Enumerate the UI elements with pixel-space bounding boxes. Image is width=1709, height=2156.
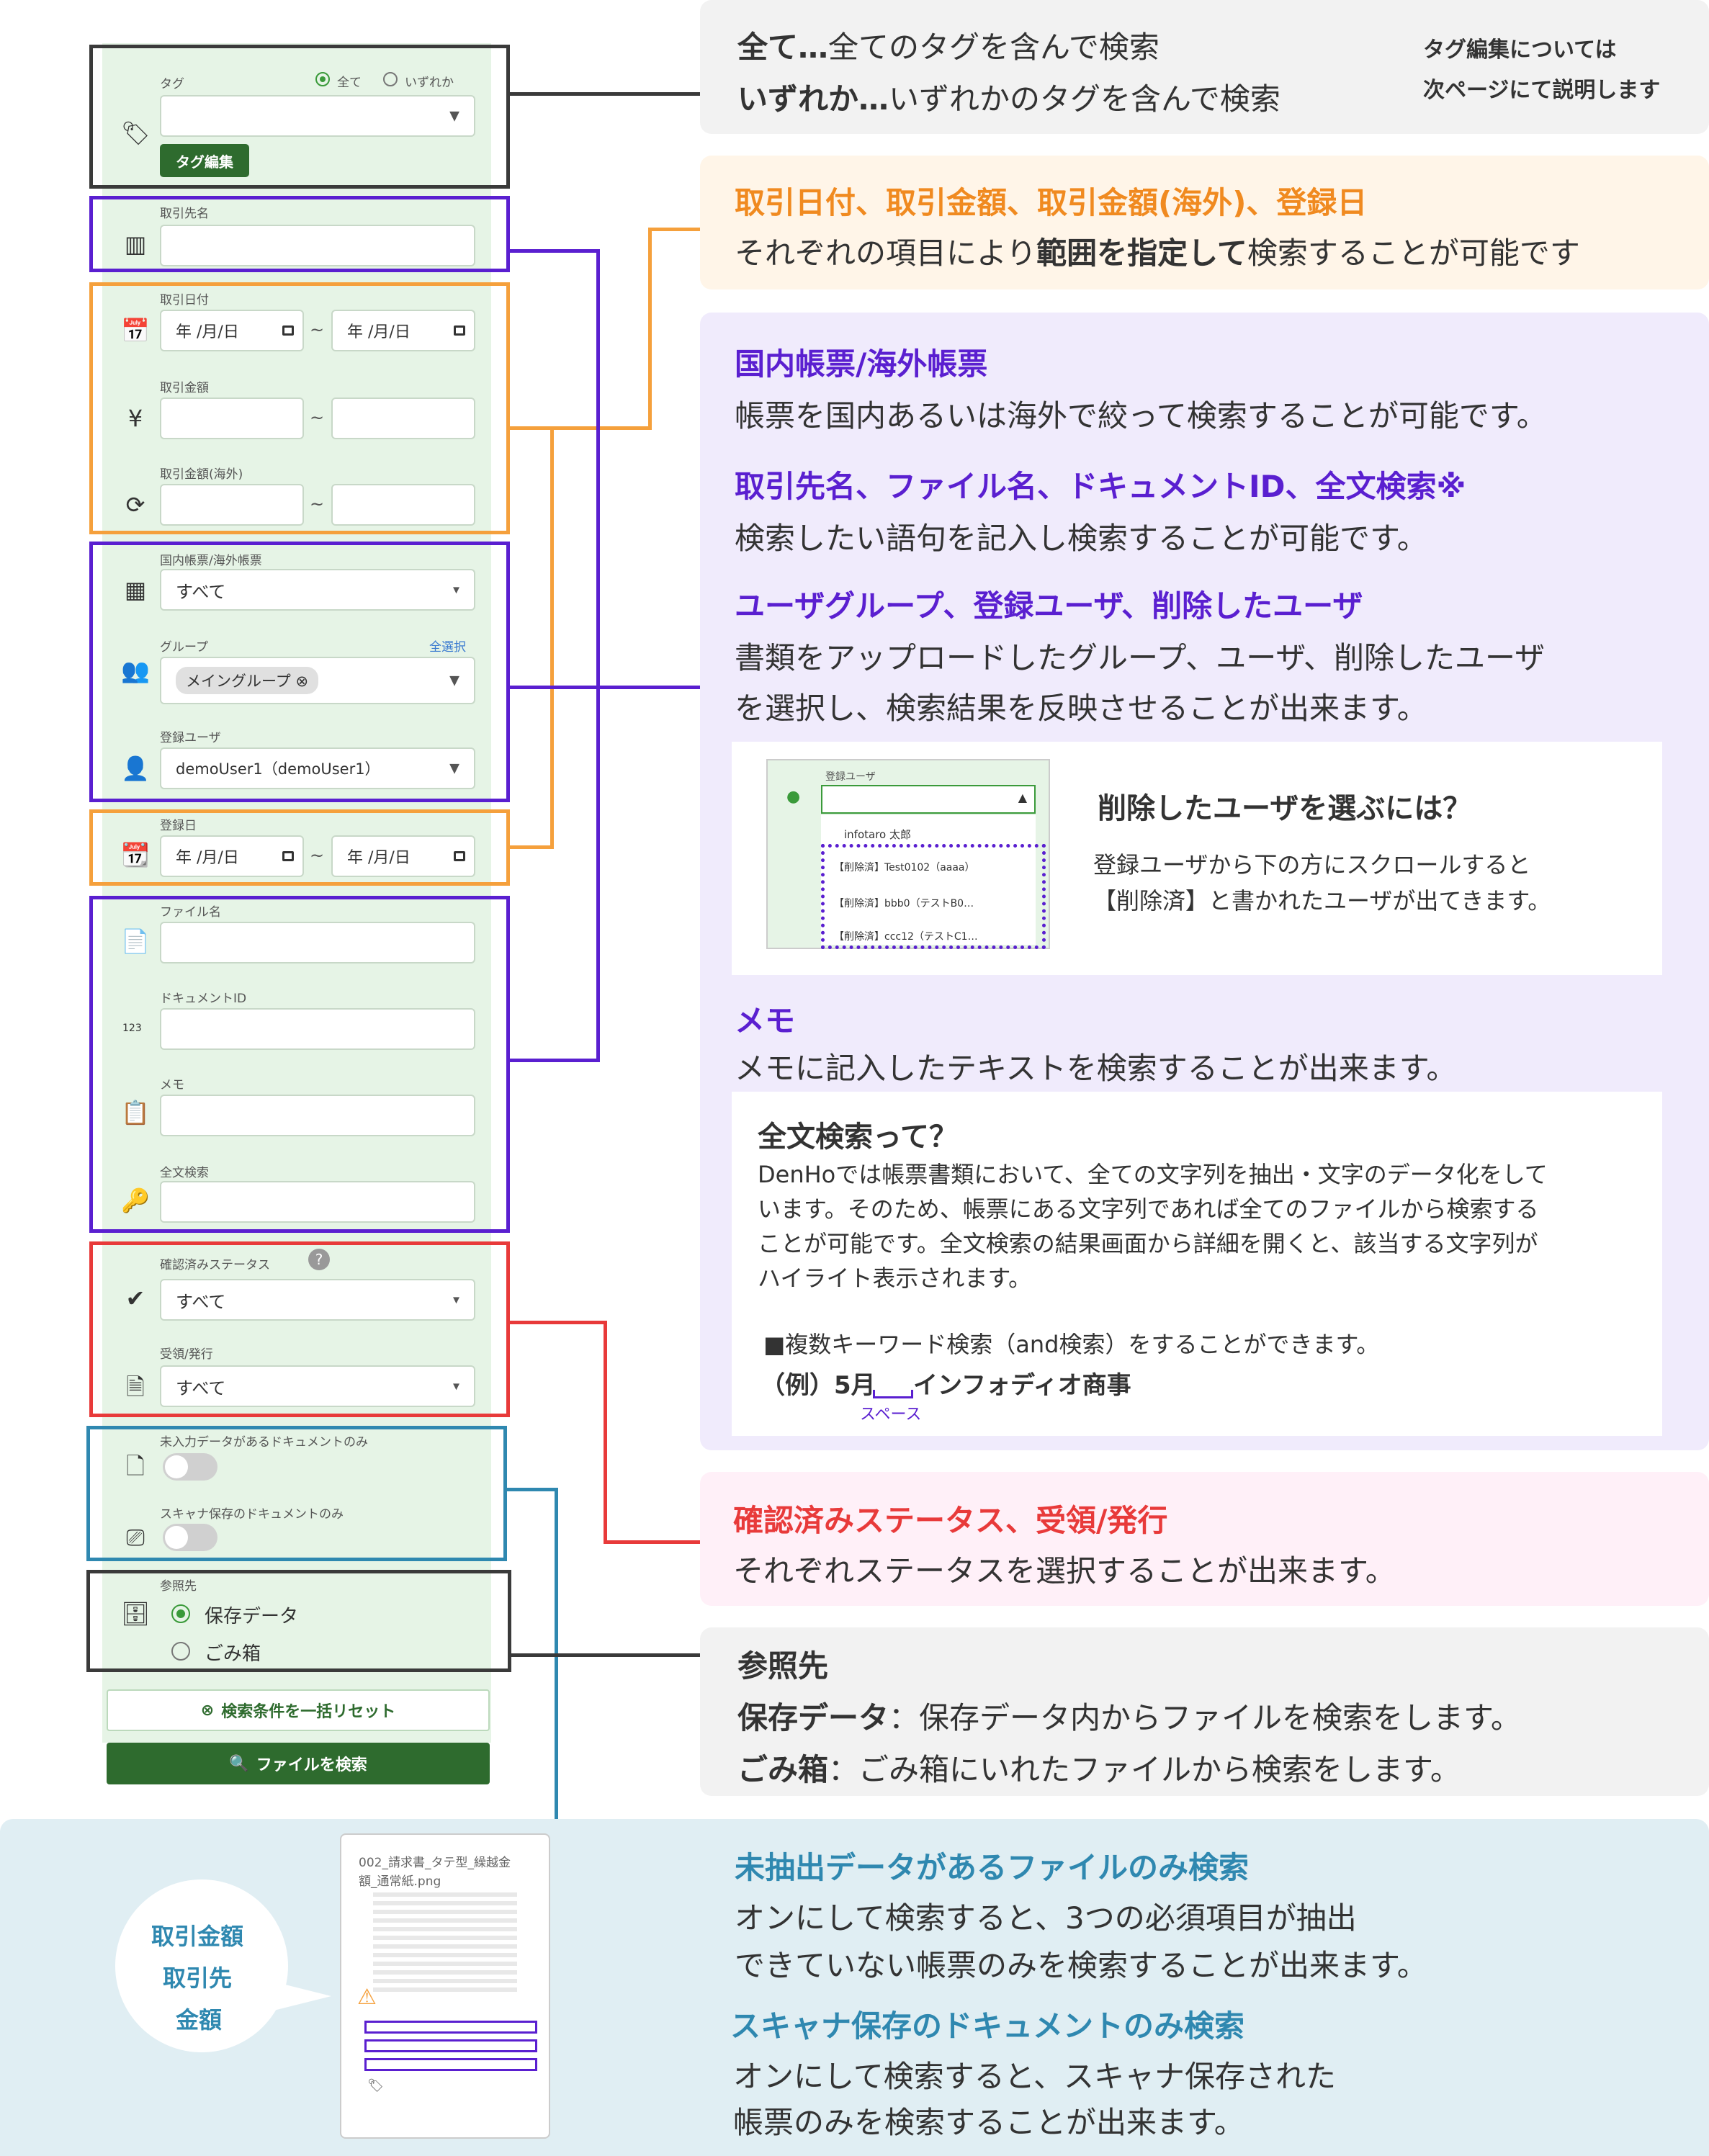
info-purple-h3: ユーザグループ、登録ユーザ、削除したユーザ: [735, 588, 1363, 624]
info-tag-note2: 次ページにて説明します: [1423, 78, 1661, 103]
space-bracket: [873, 1390, 913, 1398]
bubble-line2: 取引先: [163, 1964, 233, 1992]
info-purple-p1: 帳票を国内あるいは海外で絞って検索することが可能です。: [735, 398, 1547, 434]
deleted-user-head: 削除したユーザを選ぶには？: [1098, 792, 1472, 825]
outline-ref: [86, 1570, 511, 1672]
info-purple-h2: 取引先名、ファイル名、ドキュメントID、全文検索※: [735, 469, 1466, 504]
fulltext-example-b: インフォディオ商事: [913, 1371, 1131, 1400]
info-purple-h1: 国内帳票/海外帳票: [735, 346, 988, 382]
info-ref-line1: 保存データ：保存データ内からファイルを検索をします。: [737, 1700, 1521, 1735]
space-label: スペース: [860, 1406, 922, 1424]
info-blue-h1: 未抽出データがあるファイルのみ検索: [735, 1850, 1250, 1885]
card-field-3: [364, 2058, 537, 2071]
search-button[interactable]: 🔍 ファイルを検索: [107, 1743, 490, 1784]
deleted-user-p2: 【削除済】と書かれたユーザが出てきます。: [1093, 887, 1551, 915]
info-tag-line2: いずれか…いずれかのタグを含んで検索: [737, 81, 1280, 117]
outline-status: [89, 1241, 510, 1417]
outline-user: [89, 542, 510, 802]
connector-ref: [511, 1653, 700, 1657]
deleted-user-p1: 登録ユーザから下の方にスクロールすると: [1093, 851, 1531, 879]
warning-icon: ⚠: [357, 1985, 377, 2010]
outline-toggle: [86, 1426, 507, 1561]
connector-red-c: [604, 1540, 700, 1544]
user-select-open[interactable]: ▲: [821, 785, 1036, 814]
fulltext-p5: ■複数キーワード検索（and検索）をすることができます。: [763, 1331, 1380, 1358]
connector-purple-b: [510, 1059, 599, 1062]
card-field-1: [364, 2021, 537, 2034]
info-purple-p3a: 書類をアップロードしたグループ、ユーザ、削除したユーザ: [735, 640, 1546, 675]
connector-purple-a: [510, 249, 599, 253]
person-icon: ●: [786, 788, 801, 806]
fulltext-head: 全文検索って？: [758, 1120, 958, 1154]
info-purple-p2: 検索したい語句を記入し検索することが可能です。: [735, 521, 1427, 556]
search-icon: 🔍: [229, 1754, 249, 1773]
info-purple-p3b: を選択し、検索結果を反映させることが出来ます。: [735, 691, 1427, 726]
speech-bubble-tail: [274, 1982, 331, 2011]
deleted-user-screenshot: 登録ユーザ ● ▲ infotaro 太郎 【削除済】Test0102（aaaa…: [766, 759, 1050, 949]
bubble-line1: 取引金額: [151, 1923, 244, 1950]
user-option[interactable]: 【削除済】ccc12（テストC1…: [834, 929, 978, 943]
info-blue-p2b: 帳票のみを検索することが出来ます。: [733, 2105, 1244, 2140]
outline-range: [89, 282, 510, 534]
info-blue-h2: スキャナ保存のドキュメントのみ検索: [730, 2008, 1245, 2044]
info-ref-line2: ごみ箱：ごみ箱にいれたファイルから検索をします。: [737, 1752, 1461, 1787]
fulltext-p1: DenHoでは帳票書類において、全ての文字列を抽出・文字のデータ化をして: [758, 1161, 1548, 1188]
connector-range-a: [510, 426, 651, 430]
connector-red-a: [510, 1321, 606, 1324]
connector-range-b: [510, 845, 553, 849]
info-status-head: 確認済みステータス、受領/発行: [733, 1503, 1168, 1538]
connector-range-e: [648, 228, 700, 231]
document-thumbnail: [373, 1892, 517, 1993]
connector-purple-c: [596, 249, 600, 1062]
outline-tag: [89, 45, 510, 189]
user-option[interactable]: 【削除済】bbb0（テストB0…: [834, 896, 974, 910]
connector-range-d: [648, 228, 652, 430]
tag-icon: 🏷: [367, 2078, 384, 2093]
connector-range-c: [550, 426, 554, 849]
outline-regdate: [89, 809, 510, 886]
info-tag-line1: 全て…全てのタグを含んで検索: [737, 30, 1159, 65]
info-ref-head: 参照先: [737, 1648, 829, 1684]
fulltext-p3: ことが可能です。全文検索の結果画面から詳細を開くと、該当する文字列が: [758, 1230, 1538, 1257]
connector-purple-d: [510, 686, 700, 689]
user-option[interactable]: infotaro 太郎: [844, 827, 911, 842]
info-purple-h4: メモ: [735, 1003, 796, 1038]
connector-red-b: [604, 1321, 607, 1544]
reset-button[interactable]: ⊗ 検索条件を一括リセット: [107, 1689, 490, 1731]
fulltext-example-a: （例）5月: [761, 1371, 876, 1400]
reset-icon: ⊗: [200, 1701, 215, 1720]
info-status-p1: それぞれステータスを選択することが出来ます。: [733, 1553, 1396, 1589]
outline-text: [89, 896, 510, 1233]
info-purple-p4: メモに記入したテキストを検索することが出来ます。: [735, 1051, 1457, 1086]
info-blue-p2a: オンにして検索すると、スキャナ保存された: [733, 2059, 1337, 2094]
user-option[interactable]: 【削除済】Test0102（aaaa）: [834, 860, 975, 874]
info-blue-p1a: オンにして検索すると、3つの必須項目が抽出: [735, 1900, 1357, 1936]
connector-tag: [510, 92, 700, 96]
document-card[interactable]: 002_請求書_タテ型_繰越金 額_通常紙.png ⚠ 🏷: [340, 1833, 550, 2139]
outline-supplier: [89, 196, 510, 272]
bubble-line3: 金額: [176, 2006, 223, 2034]
info-range-line1: それぞれの項目により範囲を指定して検索することが可能です: [735, 235, 1580, 271]
fulltext-p4: ハイライト表示されます。: [758, 1265, 1032, 1292]
card-field-2: [364, 2039, 537, 2052]
fulltext-p2: います。そのため、帳票にある文字列であれば全てのファイルから検索する: [758, 1195, 1539, 1223]
connector-blue-a: [507, 1488, 557, 1491]
info-blue-p1b: できていない帳票のみを検索することが出来ます。: [735, 1948, 1427, 1983]
info-range-head: 取引日付、取引金額、取引金額(海外)、登録日: [735, 185, 1368, 220]
info-tag-note1: タグ編集については: [1423, 37, 1617, 63]
